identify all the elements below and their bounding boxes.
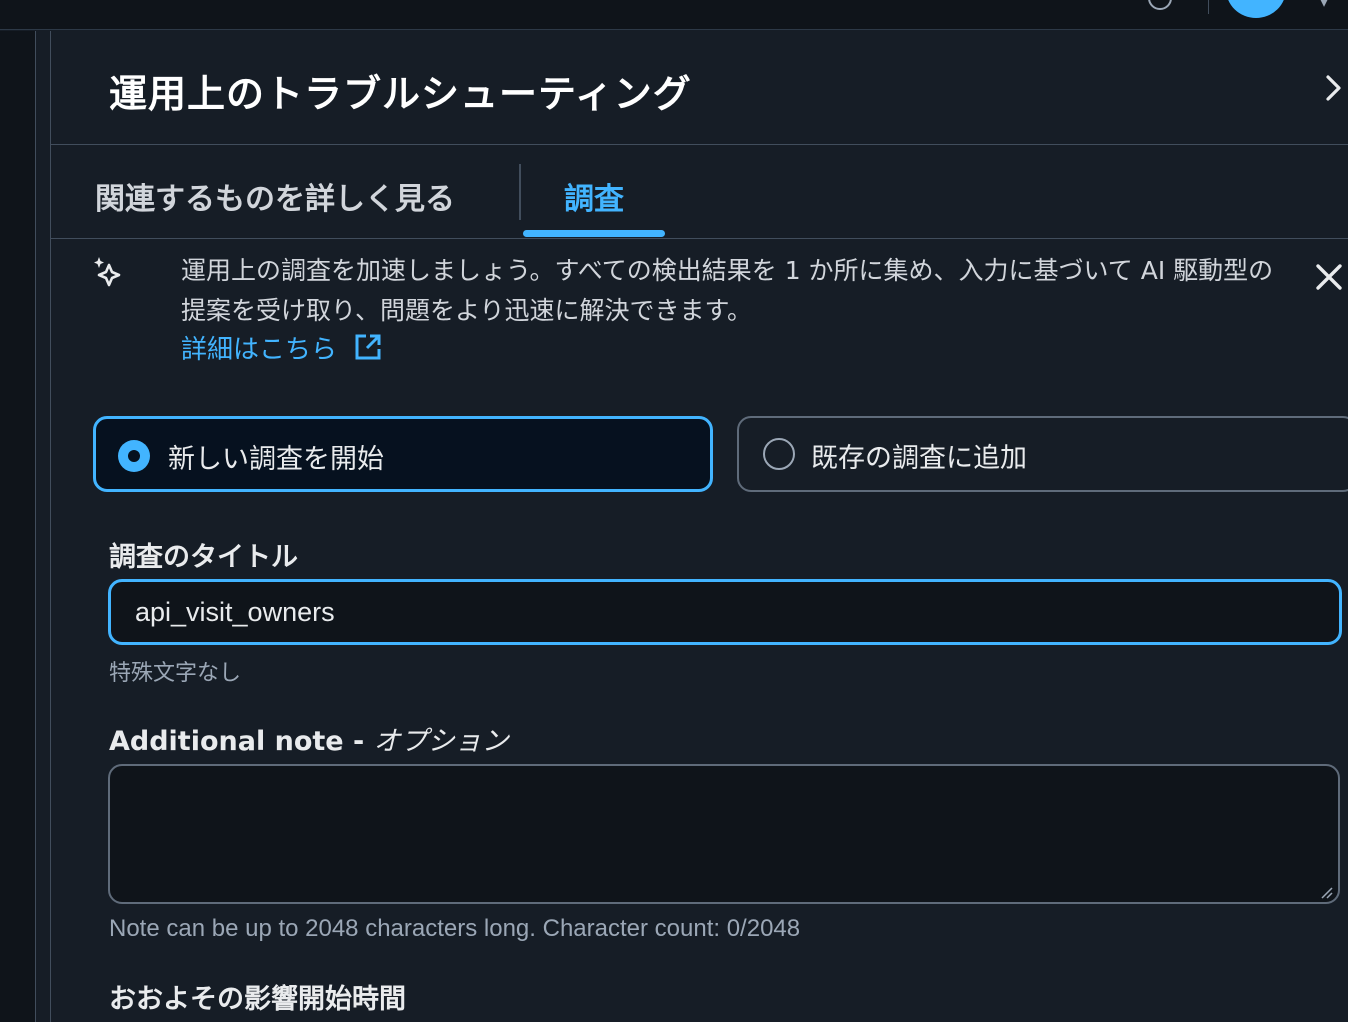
sparkle-icon	[94, 257, 121, 287]
tab-related[interactable]: 関連するものを詳しく見る	[95, 174, 455, 218]
investigation-title-input[interactable]	[108, 579, 1342, 645]
new-investigation-option[interactable]: 新しい調査を開始	[93, 416, 713, 492]
tab-bar: 関連するものを詳しく見る 調査	[51, 146, 1348, 239]
panel-title: 運用上のトラブルシューティング	[109, 72, 692, 116]
troubleshooting-panel: 運用上のトラブルシューティング 関連するものを詳しく見る 調査 運用上の調査を加…	[50, 31, 1348, 1022]
radio-unselected-icon[interactable]	[763, 438, 795, 470]
caret-down-icon[interactable]: ▾	[1320, 0, 1328, 11]
additional-note-label: Additional note - オプション	[109, 719, 509, 758]
title-hint: 特殊文字なし	[109, 661, 242, 686]
info-description: 運用上の調査を加速しましょう。すべての検出結果を 1 か所に集め、入力に基づいて…	[181, 256, 1274, 325]
impact-start-time-label: おおよその影響開始時間	[109, 984, 406, 1015]
new-investigation-label: 新しい調査を開始	[168, 444, 384, 475]
existing-investigation-option[interactable]: 既存の調査に追加	[737, 416, 1348, 492]
chevron-right-icon[interactable]	[1319, 73, 1348, 103]
top-bar-divider	[1208, 0, 1209, 14]
additional-note-label-text: Additional note -	[109, 726, 374, 757]
radio-selected-icon[interactable]	[118, 440, 150, 472]
avatar[interactable]	[1226, 0, 1286, 18]
top-bar: ▾	[0, 0, 1348, 30]
optional-tag: オプション	[373, 726, 509, 757]
note-character-count: Note can be up to 2048 characters long. …	[109, 915, 801, 942]
learn-more-link[interactable]: 詳細はこちら	[181, 329, 383, 366]
additional-note-textarea[interactable]	[108, 764, 1340, 904]
external-link-icon	[355, 334, 381, 360]
learn-more-label: 詳細はこちら	[181, 335, 338, 365]
help-icon[interactable]	[1148, 0, 1172, 10]
tab-investigation[interactable]: 調査	[564, 174, 624, 218]
left-rail	[0, 31, 36, 1022]
info-banner: 運用上の調査を加速しましょう。すべての検出結果を 1 か所に集め、入力に基づいて…	[51, 241, 1348, 371]
close-icon[interactable]	[1313, 261, 1345, 293]
tab-divider	[519, 164, 521, 220]
existing-investigation-label: 既存の調査に追加	[811, 443, 1027, 474]
panel-header: 運用上のトラブルシューティング	[51, 31, 1348, 145]
resize-grip-icon[interactable]	[1319, 885, 1333, 899]
active-tab-indicator	[523, 230, 665, 237]
investigation-title-label: 調査のタイトル	[109, 542, 298, 573]
